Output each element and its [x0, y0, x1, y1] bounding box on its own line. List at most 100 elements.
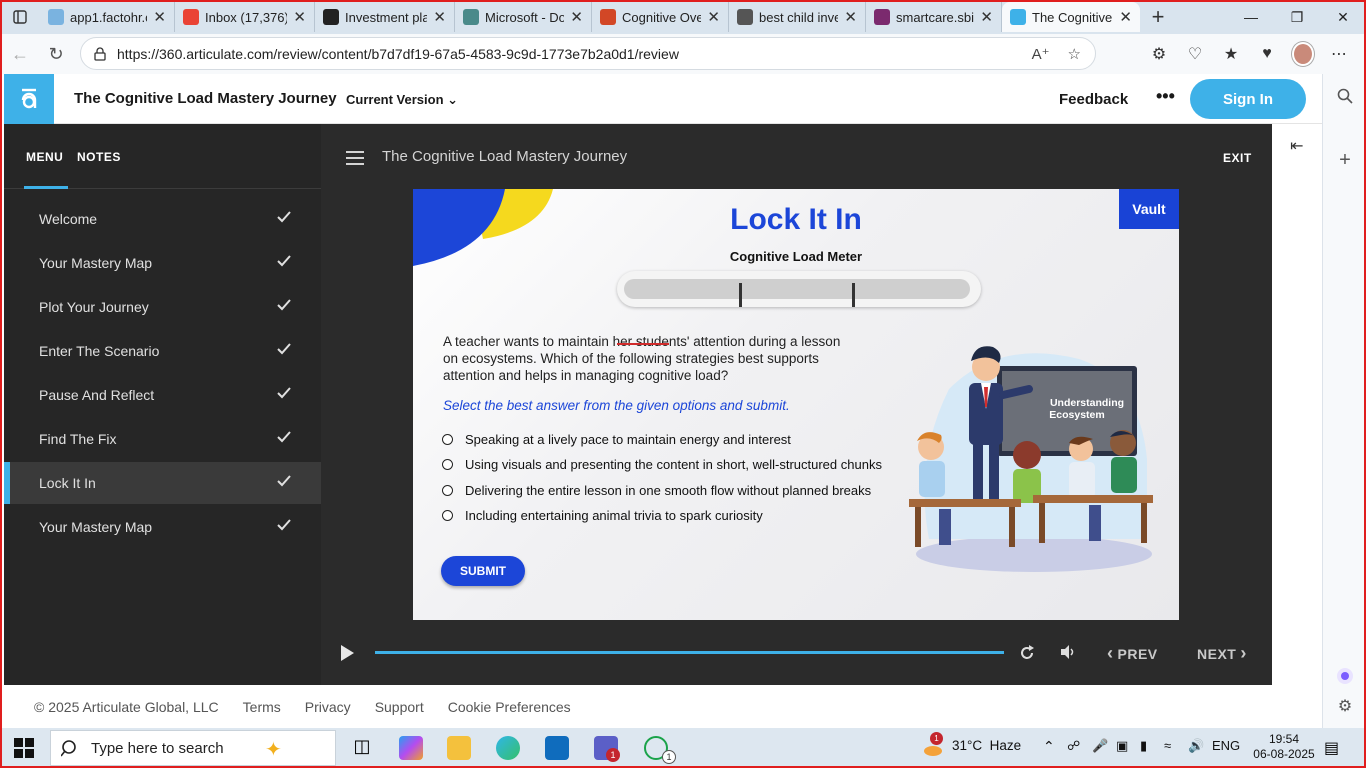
tab-close-icon[interactable]: ✕ [1119, 8, 1132, 26]
menu-item[interactable]: Your Mastery Map [4, 242, 321, 284]
task-view-icon[interactable]: ◫ [350, 736, 374, 760]
radio-button[interactable] [442, 434, 453, 445]
radio-button[interactable] [442, 484, 453, 496]
tab-close-icon[interactable]: ✕ [707, 8, 720, 26]
copilot-mini-icon[interactable] [1335, 666, 1355, 686]
notifications-icon[interactable]: ▤ [1324, 738, 1339, 758]
new-tab-button[interactable]: + [1140, 4, 1176, 30]
refresh-button[interactable]: ↻ [38, 36, 74, 72]
menu-item[interactable]: Plot Your Journey [4, 286, 321, 328]
feedback-button[interactable]: Feedback [1059, 91, 1128, 108]
screen-share-icon[interactable]: ▣ [1116, 738, 1128, 754]
sign-in-button[interactable]: Sign In [1190, 79, 1306, 119]
footer-link-cookie[interactable]: Cookie Preferences [448, 699, 571, 715]
answer-option[interactable]: Speaking at a lively pace to maintain en… [442, 432, 791, 447]
tab-notes[interactable]: NOTES [77, 150, 121, 164]
copilot-taskbar-icon[interactable] [399, 736, 423, 760]
favorites-icon[interactable]: ★ [1220, 44, 1242, 64]
weather-icon[interactable]: 1 [922, 732, 944, 758]
next-button[interactable]: NEXT › [1197, 643, 1247, 664]
hamburger-menu-icon[interactable] [346, 151, 364, 169]
menu-item[interactable]: Your Mastery Map [4, 506, 321, 548]
edge-taskbar-icon[interactable] [496, 736, 520, 760]
teams-icon[interactable]: 1 [594, 736, 620, 762]
back-button[interactable]: ← [2, 36, 38, 72]
footer-link-terms[interactable]: Terms [243, 699, 281, 715]
menu-item[interactable]: Welcome [4, 198, 321, 240]
articulate-logo-icon[interactable] [4, 74, 54, 124]
tab-close-icon[interactable]: ✕ [433, 8, 446, 26]
windows-start-icon[interactable] [14, 738, 34, 763]
chevron-right-icon: › [1240, 643, 1247, 663]
site-info-icon[interactable] [93, 46, 117, 61]
maximize-button[interactable]: ❐ [1274, 0, 1320, 34]
volume-tray-icon[interactable]: 🔊 [1188, 738, 1204, 754]
usb-icon[interactable]: ☍ [1067, 738, 1080, 754]
tab-close-icon[interactable]: ✕ [844, 8, 857, 26]
answer-option[interactable]: Including entertaining animal trivia to … [442, 508, 763, 523]
tab-menu[interactable]: MENU [26, 150, 63, 164]
tab-favicon-icon [1010, 9, 1026, 25]
answer-option[interactable]: Delivering the entire lesson in one smoo… [442, 483, 871, 498]
sidebar-search-icon[interactable] [1335, 86, 1355, 106]
url-bar[interactable]: https://360.articulate.com/review/conten… [80, 37, 1096, 70]
menu-item[interactable]: Lock It In [4, 462, 321, 504]
tab-close-icon[interactable]: ✕ [570, 8, 583, 26]
show-hidden-icons[interactable]: ⌃ [1043, 738, 1055, 755]
submit-button[interactable]: SUBMIT [441, 556, 525, 586]
browser-tab[interactable]: The Cognitive ✕ [1002, 2, 1140, 32]
minimize-button[interactable]: — [1228, 0, 1274, 34]
browser-tab[interactable]: app1.factohr.c ✕ [40, 2, 175, 32]
clock-date: 06-08-2025 [1253, 747, 1315, 761]
radio-button[interactable] [442, 459, 453, 471]
file-explorer-icon[interactable] [447, 736, 471, 760]
browser-tab[interactable]: Inbox (17,376) ✕ [175, 2, 315, 32]
menu-item[interactable]: Enter The Scenario [4, 330, 321, 372]
tab-close-icon[interactable]: ✕ [153, 8, 166, 26]
sidebar-settings-icon[interactable]: ⚙ [1335, 696, 1355, 716]
answer-option[interactable]: Using visuals and presenting the content… [442, 457, 882, 472]
replay-icon[interactable] [1018, 644, 1036, 667]
favorite-star-icon[interactable]: ☆ [1068, 45, 1081, 63]
settings-more-icon[interactable]: ⋯ [1328, 44, 1350, 64]
clock[interactable]: 19:54 06-08-2025 [1251, 732, 1317, 762]
taskbar-search-input[interactable]: Type here to search ✦ [50, 730, 336, 766]
weather-text[interactable]: 31°C Haze [952, 738, 1021, 753]
browser-tab[interactable]: best child inve ✕ [729, 2, 866, 32]
outlook-icon[interactable] [545, 736, 569, 760]
volume-icon[interactable] [1059, 643, 1077, 666]
board-text: Ecosystem [1049, 409, 1104, 421]
extensions-icon[interactable]: ⚙ [1148, 44, 1170, 64]
play-icon[interactable] [339, 644, 355, 667]
prev-button[interactable]: ‹ PREV [1107, 643, 1158, 664]
tab-close-icon[interactable]: ✕ [293, 8, 306, 26]
browser-tab[interactable]: Microsoft - Do ✕ [455, 2, 592, 32]
performance-icon[interactable]: ♥ [1256, 45, 1278, 63]
footer-link-privacy[interactable]: Privacy [305, 699, 351, 715]
browser-tab[interactable]: Cognitive Over ✕ [592, 2, 729, 32]
collapse-panel-icon[interactable]: ⇤ [1290, 136, 1303, 156]
battery-icon[interactable]: ▮ [1140, 738, 1147, 754]
microphone-icon[interactable]: 🎤 [1092, 738, 1108, 754]
language-indicator[interactable]: ENG [1212, 738, 1240, 753]
tab-actions-icon[interactable] [0, 0, 40, 34]
footer-link-support[interactable]: Support [375, 699, 424, 715]
seek-bar[interactable] [375, 651, 1004, 654]
whatsapp-icon[interactable]: 1 [644, 736, 676, 764]
read-aloud-icon[interactable]: A⁺ [1032, 45, 1050, 63]
menu-item-label: Welcome [39, 211, 98, 227]
browser-essentials-icon[interactable]: ♡ [1184, 44, 1206, 64]
exit-button[interactable]: EXIT [1223, 151, 1252, 165]
sidebar-add-icon[interactable]: + [1335, 149, 1355, 171]
close-window-button[interactable]: ✕ [1320, 0, 1366, 34]
wifi-icon[interactable]: ≈ [1164, 738, 1171, 753]
tab-close-icon[interactable]: ✕ [980, 8, 993, 26]
browser-tab[interactable]: Investment pla ✕ [315, 2, 455, 32]
browser-tab[interactable]: smartcare.sbil ✕ [866, 2, 1002, 32]
radio-button[interactable] [442, 509, 453, 521]
more-options-icon[interactable]: ••• [1156, 86, 1175, 107]
version-dropdown[interactable]: Current Version ⌄ [346, 92, 458, 108]
menu-item[interactable]: Pause And Reflect [4, 374, 321, 416]
menu-item[interactable]: Find The Fix [4, 418, 321, 460]
profile-avatar[interactable] [1292, 42, 1314, 66]
